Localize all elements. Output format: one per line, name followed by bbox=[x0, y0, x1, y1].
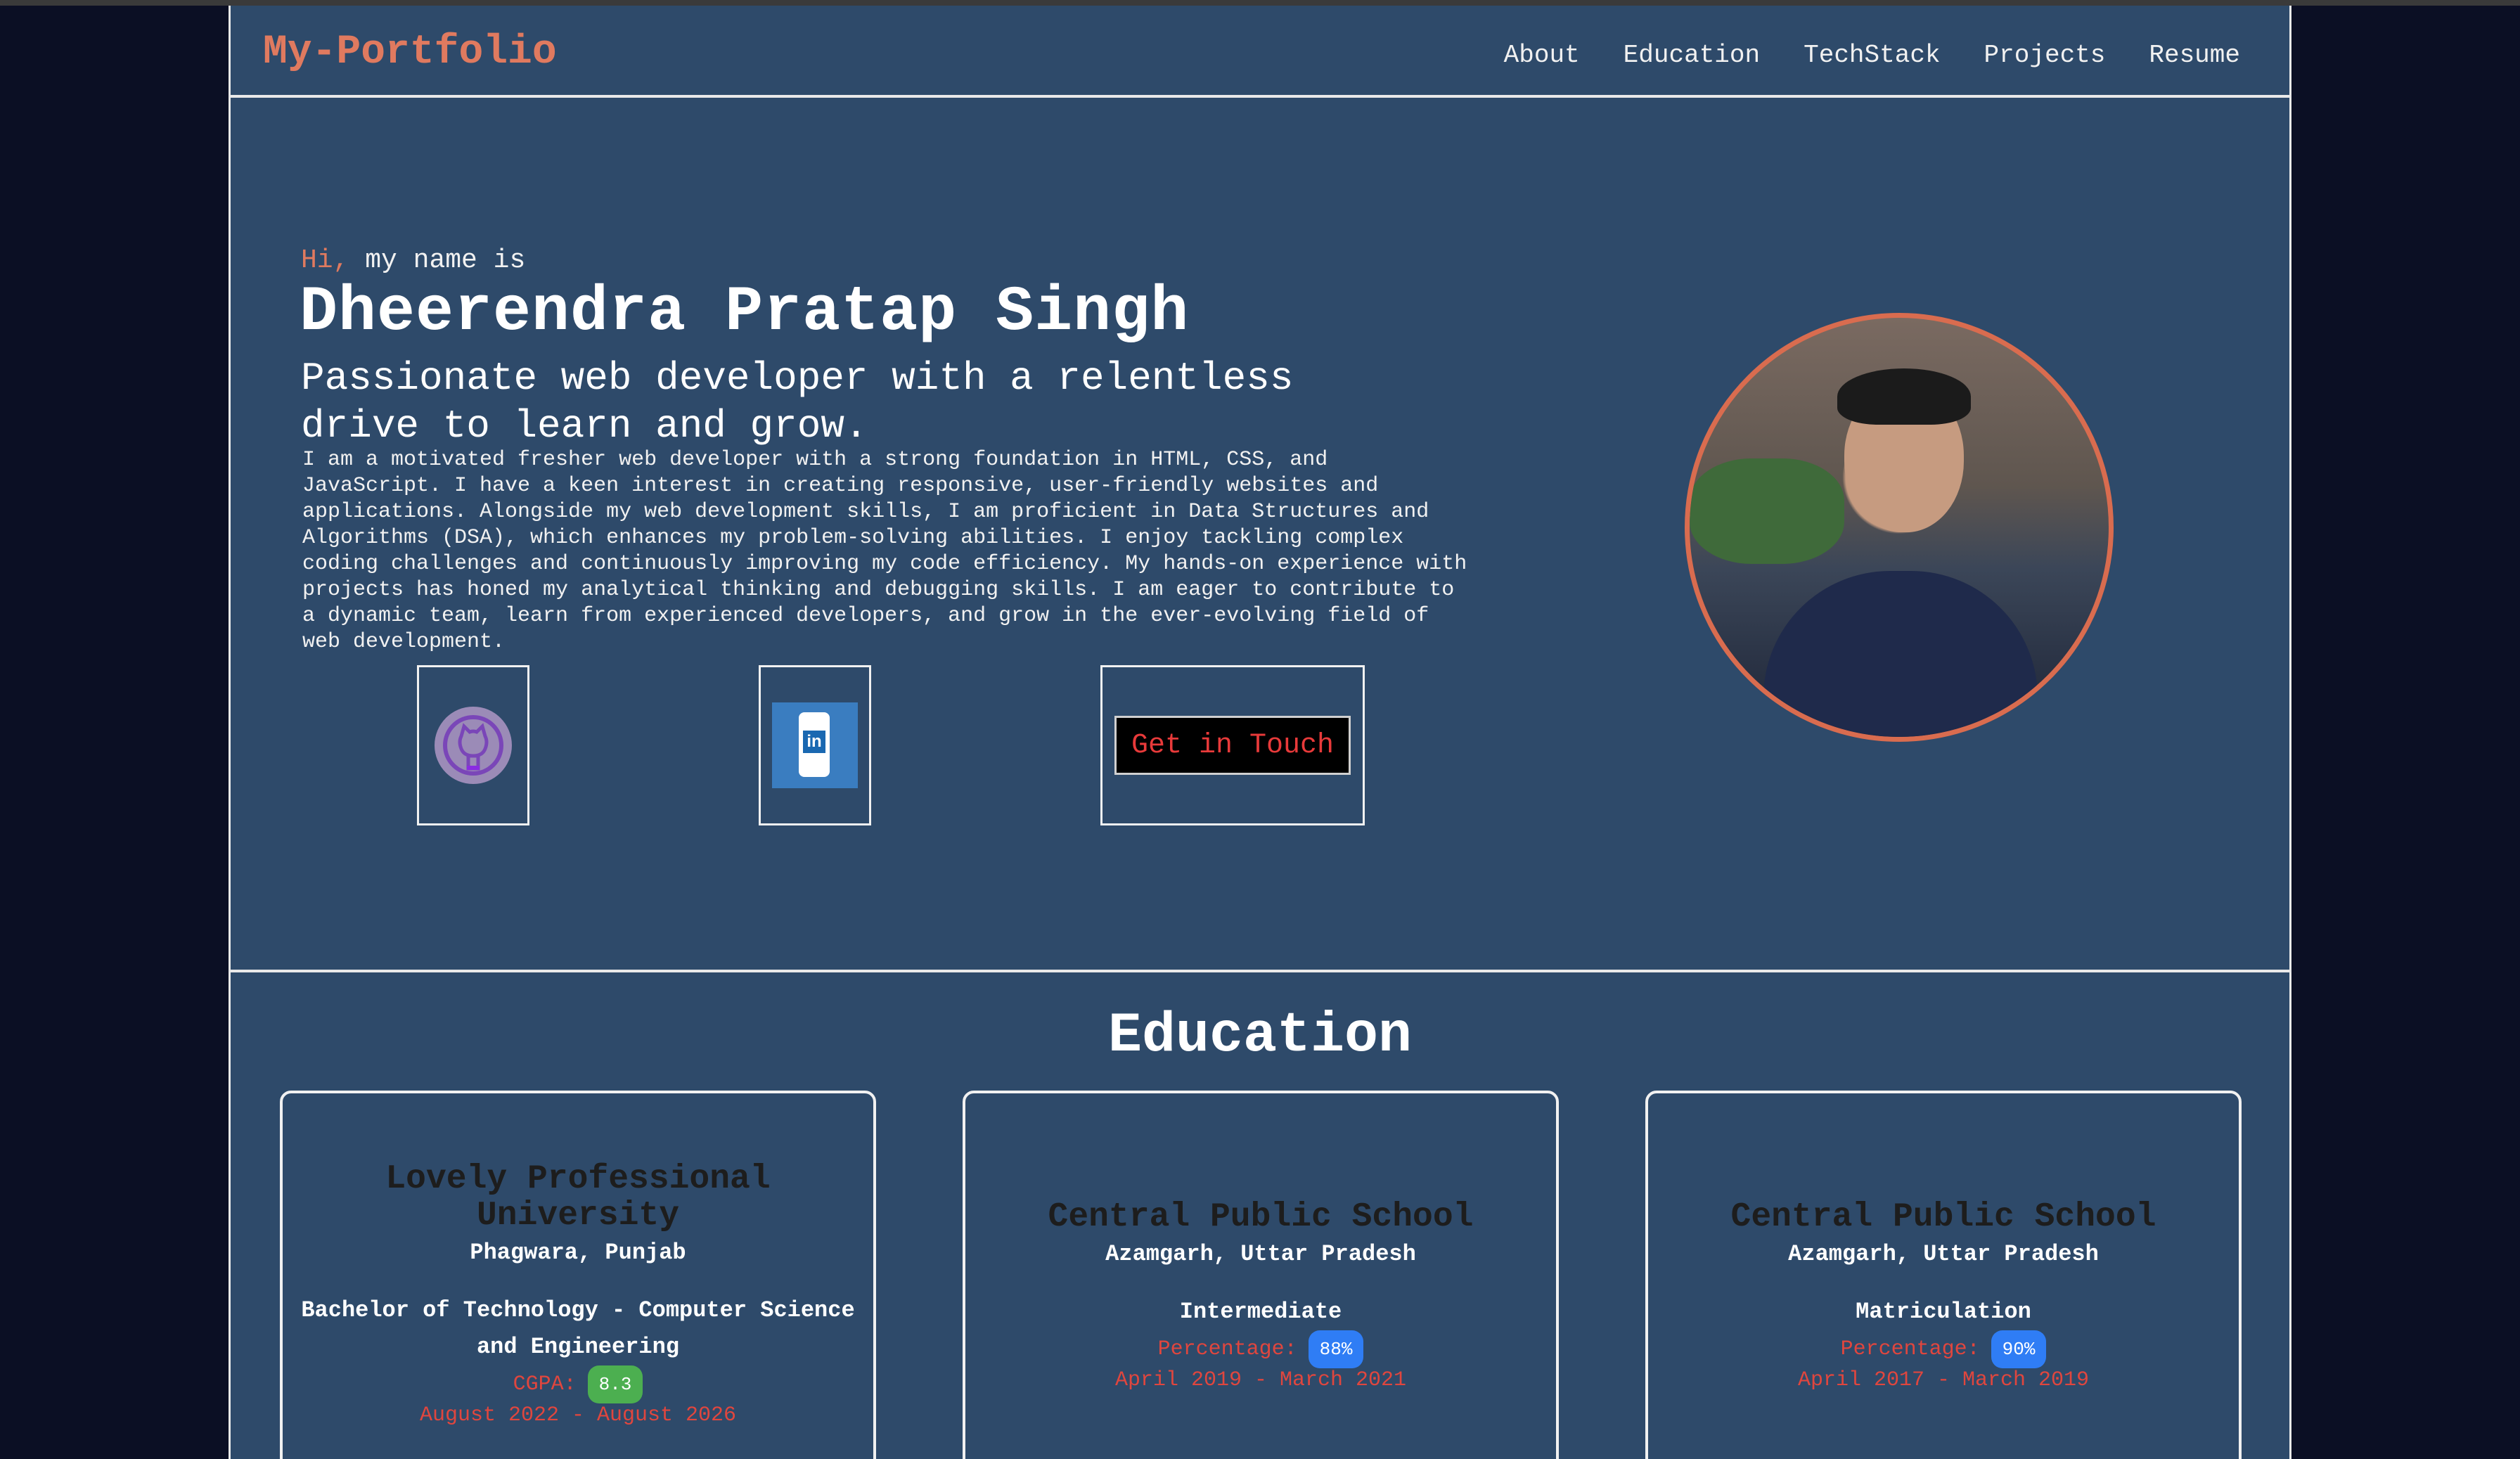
photo-hair bbox=[1837, 368, 1971, 425]
github-icon bbox=[435, 707, 512, 784]
education-card-university: Lovely Professional University Phagwara,… bbox=[280, 1091, 876, 1459]
greeting-hi: Hi, bbox=[301, 245, 349, 276]
school-name: Central Public School bbox=[1730, 1198, 2156, 1236]
score-label: Percentage: bbox=[1157, 1337, 1297, 1361]
card-spacer bbox=[1648, 1093, 2239, 1199]
education-section: Education Lovely Professional University… bbox=[231, 972, 2289, 1459]
degree: Intermediate bbox=[1179, 1299, 1342, 1325]
education-card-intermediate: Central Public School Azamgarh, Uttar Pr… bbox=[963, 1091, 1559, 1459]
get-in-touch-button[interactable]: Get in Touch bbox=[1114, 716, 1351, 775]
education-card-matriculation: Central Public School Azamgarh, Uttar Pr… bbox=[1645, 1091, 2242, 1459]
nav-projects[interactable]: Projects bbox=[1984, 41, 2106, 70]
dates: August 2022 - August 2026 bbox=[419, 1403, 737, 1427]
percentage-badge: 88% bbox=[1308, 1330, 1364, 1368]
school-name: Central Public School bbox=[1048, 1198, 1474, 1236]
score-line: Percentage: 88% bbox=[965, 1330, 1556, 1368]
photo-plants bbox=[1690, 458, 1844, 564]
nav-about[interactable]: About bbox=[1504, 41, 1580, 70]
greeting: Hi, my name is bbox=[301, 245, 525, 276]
score-label: CGPA: bbox=[513, 1373, 577, 1396]
nav-education[interactable]: Education bbox=[1624, 41, 1760, 70]
profile-photo bbox=[1685, 313, 2114, 742]
hero-tagline: Passionate web developer with a relentle… bbox=[301, 356, 1294, 449]
portfolio-page: My-Portfolio About Education TechStack P… bbox=[229, 6, 2291, 1459]
card-spacer bbox=[283, 1093, 873, 1161]
cgpa-badge: 8.3 bbox=[587, 1365, 643, 1403]
score-label: Percentage: bbox=[1840, 1337, 1980, 1361]
greeting-rest: my name is bbox=[349, 245, 526, 276]
browser-top-strip bbox=[0, 0, 2520, 6]
nav-resume[interactable]: Resume bbox=[2149, 41, 2240, 70]
score-line: CGPA: 8.3 bbox=[283, 1365, 873, 1403]
nav-links: About Education TechStack Projects Resum… bbox=[1504, 41, 2240, 70]
card-spacer bbox=[965, 1093, 1556, 1199]
dates: April 2017 - March 2019 bbox=[1797, 1368, 2090, 1392]
degree: Matriculation bbox=[1856, 1299, 2031, 1325]
school-location: Azamgarh, Uttar Pradesh bbox=[1105, 1241, 1416, 1267]
hero-bio: I am a motivated fresher web developer w… bbox=[302, 448, 1467, 654]
navbar: My-Portfolio About Education TechStack P… bbox=[231, 6, 2289, 98]
photo-body bbox=[1763, 571, 2038, 737]
nav-techstack[interactable]: TechStack bbox=[1804, 41, 1940, 70]
github-link[interactable] bbox=[417, 665, 529, 825]
linkedin-link[interactable]: in bbox=[759, 665, 871, 825]
education-title: Education bbox=[1107, 1004, 1413, 1068]
hero-section: Hi, my name is Dheerendra Pratap Singh P… bbox=[231, 98, 2289, 972]
brand-logo[interactable]: My-Portfolio bbox=[263, 30, 557, 75]
school-location: Phagwara, Punjab bbox=[470, 1240, 686, 1266]
dates: April 2019 - March 2021 bbox=[1114, 1368, 1407, 1392]
school-name: Lovely Professional University bbox=[385, 1160, 771, 1235]
hero-name: Dheerendra Pratap Singh bbox=[300, 277, 1190, 349]
school-location: Azamgarh, Uttar Pradesh bbox=[1788, 1241, 2099, 1267]
linkedin-icon: in bbox=[772, 702, 858, 788]
percentage-badge: 90% bbox=[1991, 1330, 2047, 1368]
linkedin-in-glyph: in bbox=[803, 731, 825, 753]
score-line: Percentage: 90% bbox=[1648, 1330, 2239, 1368]
cta-box: Get in Touch bbox=[1100, 665, 1365, 825]
degree: Bachelor of Technology - Computer Scienc… bbox=[301, 1297, 855, 1360]
